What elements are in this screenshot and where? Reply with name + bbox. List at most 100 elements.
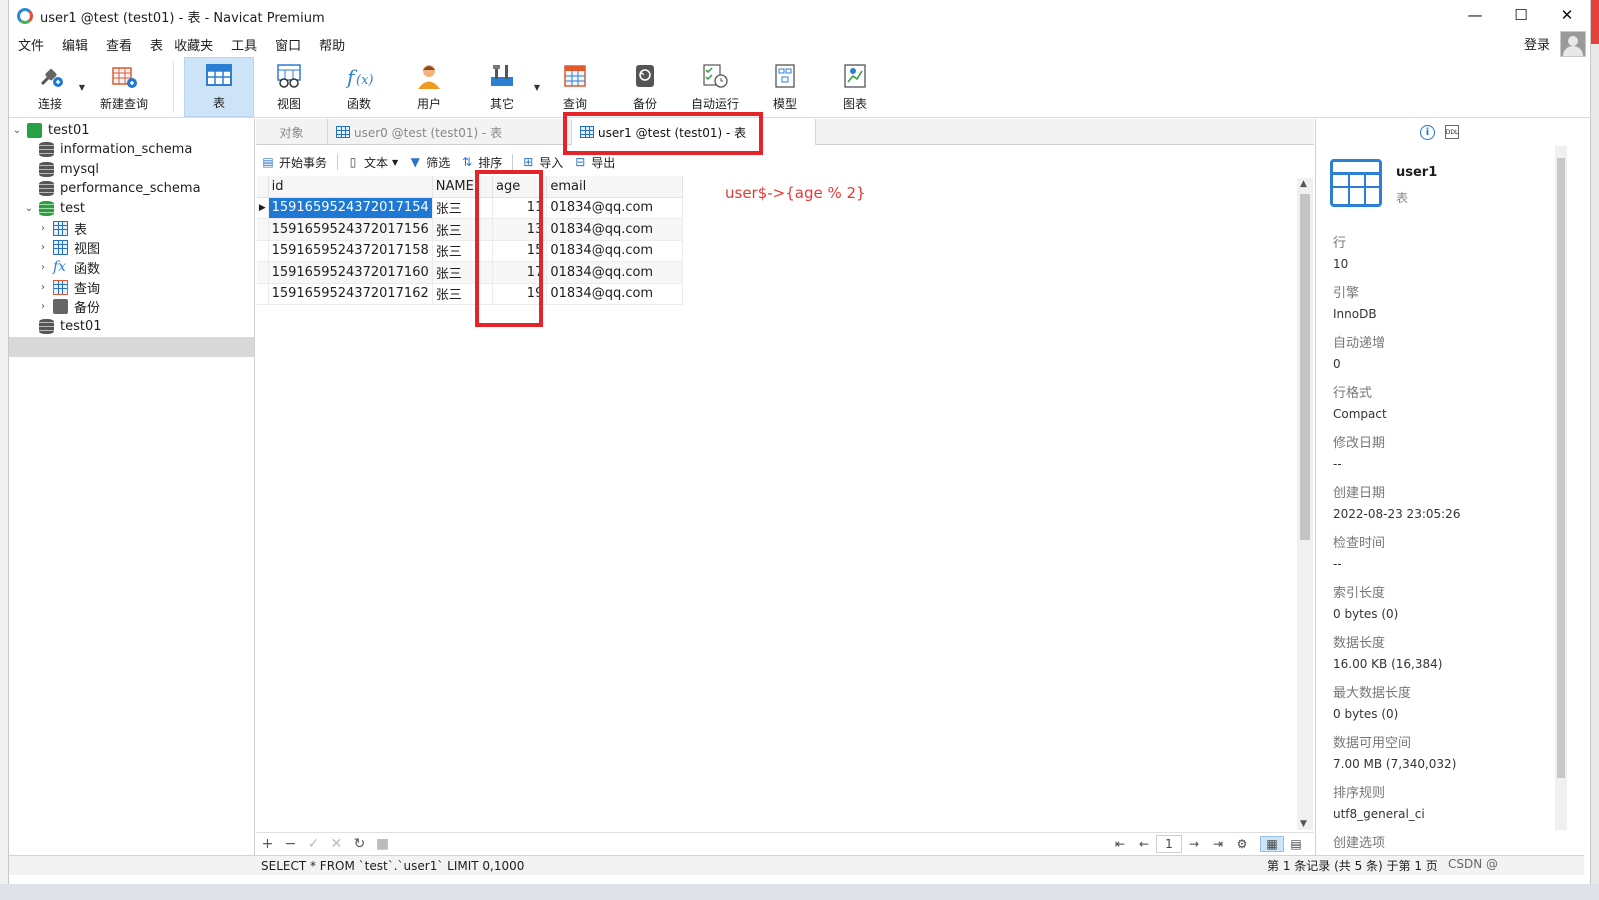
cell-email[interactable]: 01834@qq.com [546,218,683,241]
tree-db-mysql[interactable]: mysql [39,159,99,179]
table-row[interactable]: 1591659524372017160 张三 17 01834@qq.com [257,261,683,284]
grid-vertical-scrollbar[interactable]: ▲ ▼ [1297,178,1313,830]
user-avatar[interactable] [1560,31,1586,57]
connect-button[interactable]: 连接 ▼ [15,57,85,117]
tab-objects[interactable]: 对象 [256,119,328,145]
cell-id[interactable]: 1591659524372017160 [268,261,433,284]
form-view-icon[interactable]: ▤ [1284,837,1308,851]
collapse-icon[interactable]: ⌄ [11,125,23,136]
column-header-id[interactable]: id [268,176,433,198]
cell-email[interactable]: 01834@qq.com [546,261,683,284]
import-button[interactable]: ⊞ 导入 [521,154,563,171]
apply-icon[interactable]: ✓ [302,836,325,852]
table-row[interactable]: 1591659524372017156 张三 13 01834@qq.com [257,218,683,241]
minimize-button[interactable]: — [1452,0,1498,30]
scrollbar-thumb[interactable] [1300,194,1310,540]
expand-icon[interactable]: › [37,223,49,234]
menu-tools[interactable]: 工具 [226,35,270,54]
export-button[interactable]: ⊟ 导出 [573,154,615,171]
menu-favorites[interactable]: 收藏夹 [169,35,226,54]
user-button[interactable]: 用户 [394,57,464,117]
cell-email[interactable]: 01834@qq.com [546,283,683,305]
info-icon[interactable]: i [1420,125,1435,140]
page-number-field[interactable]: 1 [1156,835,1182,853]
menu-file[interactable]: 文件 [13,35,57,54]
prop-key: 数据长度 [1333,636,1386,651]
navicat-window: user1 @test (test01) - 表 - Navicat Premi… [8,0,1591,884]
grid-view-icon[interactable]: ▦ [1260,836,1284,852]
begin-transaction-button[interactable]: ▤ 开始事务 [261,154,327,171]
function-button[interactable]: f (x) 函数 [324,57,394,117]
tree-db-test[interactable]: ⌄ test [23,198,85,218]
prop-key: 检查时间 [1333,536,1386,551]
tab-user0[interactable]: user0 @test (test01) - 表 [328,119,572,145]
maximize-button[interactable]: ☐ [1498,0,1544,30]
tree-functions[interactable]: › fx 函数 [37,257,100,277]
last-page-icon[interactable]: ⇥ [1206,837,1230,851]
backup-icon [53,298,68,314]
text-view-button[interactable]: ▯ 文本 ▼ [346,154,398,171]
table-row[interactable]: 1591659524372017162 张三 19 01834@qq.com [257,283,683,305]
tree-db-information-schema[interactable]: information_schema [39,139,192,159]
close-button[interactable]: ✕ [1544,0,1590,30]
table-row[interactable]: ▶ 1591659524372017154 张三 11 01834@qq.com [257,197,683,219]
tree-backups[interactable]: › 备份 [37,296,100,316]
mysql-connection-icon [27,122,42,138]
expand-icon[interactable]: › [37,242,49,253]
table-button[interactable]: 表 [184,57,254,117]
menu-table[interactable]: 表 [145,35,169,54]
menu-window[interactable]: 窗口 [270,35,314,54]
cell-id[interactable]: 1591659524372017162 [268,283,433,305]
ddl-icon[interactable]: DDL [1445,125,1459,139]
discard-icon[interactable]: ✕ [325,836,348,852]
expand-icon[interactable]: › [37,301,49,312]
next-page-icon[interactable]: → [1182,837,1206,851]
add-record-icon[interactable]: + [256,836,279,852]
tree-label: performance_schema [60,180,201,196]
table-row[interactable]: 1591659524372017158 张三 15 01834@qq.com [257,240,683,262]
scrollbar-thumb[interactable] [1557,158,1565,778]
tree-connection-test01[interactable]: ⌄ test01 [11,120,90,140]
refresh-icon[interactable]: ↻ [348,836,371,852]
cell-email[interactable]: 01834@qq.com [546,240,683,262]
tree-queries[interactable]: › 查询 [37,277,100,297]
previous-page-icon[interactable]: ← [1132,837,1156,851]
cell-email[interactable]: 01834@qq.com [546,197,683,219]
new-query-button[interactable]: 新建查询 [85,57,163,117]
status-record-count: 第 1 条记录 (共 5 条) 于第 1 页 [1267,859,1438,873]
column-header-email[interactable]: email [546,176,683,198]
cell-id[interactable]: 1591659524372017156 [268,218,433,241]
cell-id[interactable]: 1591659524372017158 [268,240,433,262]
settings-gear-icon[interactable]: ⚙ [1230,837,1254,851]
first-page-icon[interactable]: ⇤ [1108,837,1132,851]
cell-id[interactable]: 1591659524372017154 [268,197,433,219]
auto-run-button[interactable]: 自动运行 [680,57,750,117]
query-label: 查询 [562,97,587,111]
model-button[interactable]: 模型 [750,57,820,117]
menu-help[interactable]: 帮助 [314,35,358,54]
delete-record-icon[interactable]: − [279,836,302,852]
prop-value: 10 [1333,257,1349,271]
tree-db-test01[interactable]: test01 [39,316,102,336]
prop-value: 2022-08-23 23:05:26 [1333,507,1461,521]
info-panel-scrollbar[interactable] [1555,146,1567,830]
view-button[interactable]: 视图 [254,57,324,117]
chart-button[interactable]: 图表 [820,57,890,117]
other-button[interactable]: 其它 ▼ [464,57,540,117]
backup-button[interactable]: 备份 [610,57,680,117]
stop-icon[interactable]: ■ [371,836,394,852]
scroll-up-icon[interactable]: ▲ [1300,179,1307,189]
query-button[interactable]: 查询 [540,57,610,117]
menu-view[interactable]: 查看 [101,35,145,54]
expand-icon[interactable]: › [37,262,49,273]
scroll-down-icon[interactable]: ▼ [1300,819,1307,829]
expand-icon[interactable]: › [37,282,49,293]
sort-button[interactable]: ⇅ 排序 [460,154,502,171]
login-link[interactable]: 登录 [1524,34,1550,53]
collapse-icon[interactable]: ⌄ [23,203,35,214]
tree-db-performance-schema[interactable]: performance_schema [39,178,201,198]
tree-views[interactable]: › 视图 [37,237,100,257]
tree-tables[interactable]: › 表 [37,218,87,238]
menu-edit[interactable]: 编辑 [57,35,101,54]
filter-button[interactable]: ▼ 筛选 [408,154,451,171]
